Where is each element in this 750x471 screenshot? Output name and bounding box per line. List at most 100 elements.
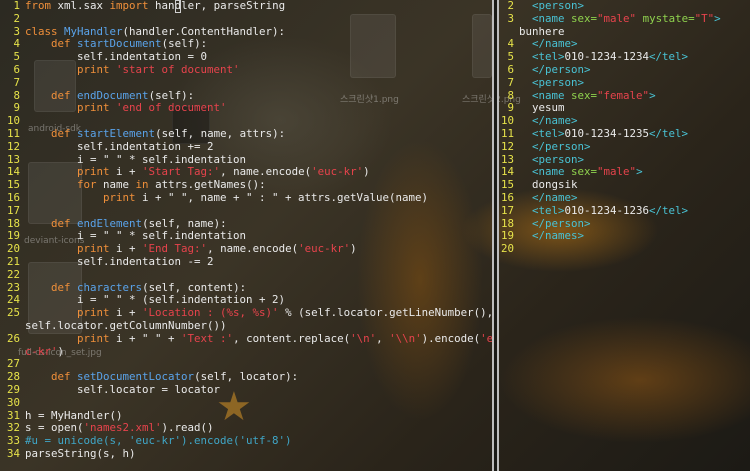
code-token: <person> [532, 0, 585, 12]
line-number: 11 [500, 126, 514, 140]
line-number: 11 [6, 126, 20, 140]
line-number: 2 [507, 0, 514, 12]
code-token: </names> [532, 229, 585, 243]
code-token: print [77, 306, 110, 320]
code-token: <person> [532, 152, 585, 166]
code-token: print [77, 101, 110, 115]
code-token: print [103, 190, 136, 204]
code-token: 'names2.xml' [83, 421, 162, 435]
line-number: 29 [6, 382, 20, 396]
line-number: 21 [6, 254, 20, 268]
code-token: "male" [597, 165, 637, 179]
code-token: , name.encode( [220, 165, 312, 179]
code-token: </name> [532, 190, 578, 204]
code-line[interactable]: 20 [499, 242, 750, 256]
code-token: <person> [532, 75, 585, 89]
code-token: self.locator = locator [25, 382, 221, 396]
code-line[interactable]: 9 print 'end of document' [0, 101, 492, 115]
code-token: h = MyHandler() [25, 408, 123, 422]
code-line[interactable]: 16 print i + " ", name + " : " + attrs.g… [0, 190, 492, 205]
code-token: </person> [532, 62, 591, 76]
code-token: xml.sax [51, 0, 110, 12]
code-line[interactable]: 26 print i + " " + 'Text :', content.rep… [0, 331, 492, 346]
code-line[interactable]: 1 from xml.sax import handler, parseStrin… [0, 0, 492, 13]
code-token: import [109, 0, 149, 12]
line-number: 3 [507, 11, 514, 25]
code-token: <name [532, 165, 572, 179]
python-editor-pane[interactable]: 1 from xml.sax import handler, parseStrin… [0, 0, 492, 471]
line-number: 7 [13, 75, 20, 89]
code-token: </name> [532, 37, 578, 51]
line-number: 17 [6, 203, 20, 217]
code-line[interactable]: 29 self.locator = locator [0, 382, 492, 397]
code-token: "male" [597, 11, 637, 25]
code-token: 'end of document' [116, 101, 227, 115]
code-line[interactable]: 34 parseString(s, h) [0, 446, 492, 461]
line-number: 1 [13, 0, 20, 12]
code-token: (self, name, attrs): [155, 126, 286, 140]
line-number: 34 [6, 446, 20, 460]
code-token: </tel> [649, 126, 689, 140]
code-token: 'Start Tag:' [142, 165, 221, 179]
code-token: i + [109, 165, 143, 179]
code-token: from [25, 0, 52, 12]
code-token: sex= [571, 88, 598, 102]
code-token: i = " " * (self.indentation + 2) [25, 293, 286, 307]
code-token: endElement [77, 216, 143, 230]
code-token: s = open( [25, 421, 84, 435]
code-token: 'euc-kr' [298, 242, 351, 256]
code-token: <tel> [532, 203, 565, 217]
code-token: name [96, 178, 136, 192]
line-number: 12 [500, 139, 514, 153]
code-token: "T" [694, 11, 715, 25]
code-token: , name.encode( [207, 242, 299, 256]
code-token: print [77, 62, 110, 76]
code-token: (self): [148, 88, 195, 102]
code-token: i + [109, 242, 143, 256]
code-token: (self, name): [142, 216, 227, 230]
code-token: 'Location : (%s, %s)' [142, 306, 279, 320]
code-token: i + " ", name + " : " + attrs.getValue(n… [135, 190, 429, 204]
code-token: > [636, 165, 643, 179]
split-divider[interactable] [492, 0, 499, 471]
code-token: ).encode( [421, 331, 481, 345]
code-token: 010-1234-1236 [564, 203, 650, 217]
line-number: 28 [6, 370, 20, 384]
code-token: startDocument [77, 37, 162, 51]
code-token: endDocument [77, 88, 149, 102]
xml-editor-pane[interactable]: 2 <person> 3 <name sex="male" mystate="T"… [499, 0, 750, 471]
code-token: characters [77, 280, 143, 294]
code-token: ) [350, 242, 357, 256]
code-token: <tel> [532, 126, 565, 140]
code-token: i = " " * self.indentation [25, 152, 247, 166]
code-token: (self, locator): [194, 370, 299, 384]
code-token: print [77, 242, 110, 256]
code-line[interactable]: c-kr') [0, 345, 492, 359]
code-line[interactable]: 21 self.indentation -= 2 [0, 254, 492, 269]
code-token: bunhere [519, 24, 565, 38]
code-token: '\\n' [389, 331, 422, 345]
code-line[interactable]: 6 print 'start of document' [0, 62, 492, 77]
code-token: attrs.getNames(): [148, 178, 266, 192]
code-line[interactable]: 19 </names> [499, 229, 750, 243]
